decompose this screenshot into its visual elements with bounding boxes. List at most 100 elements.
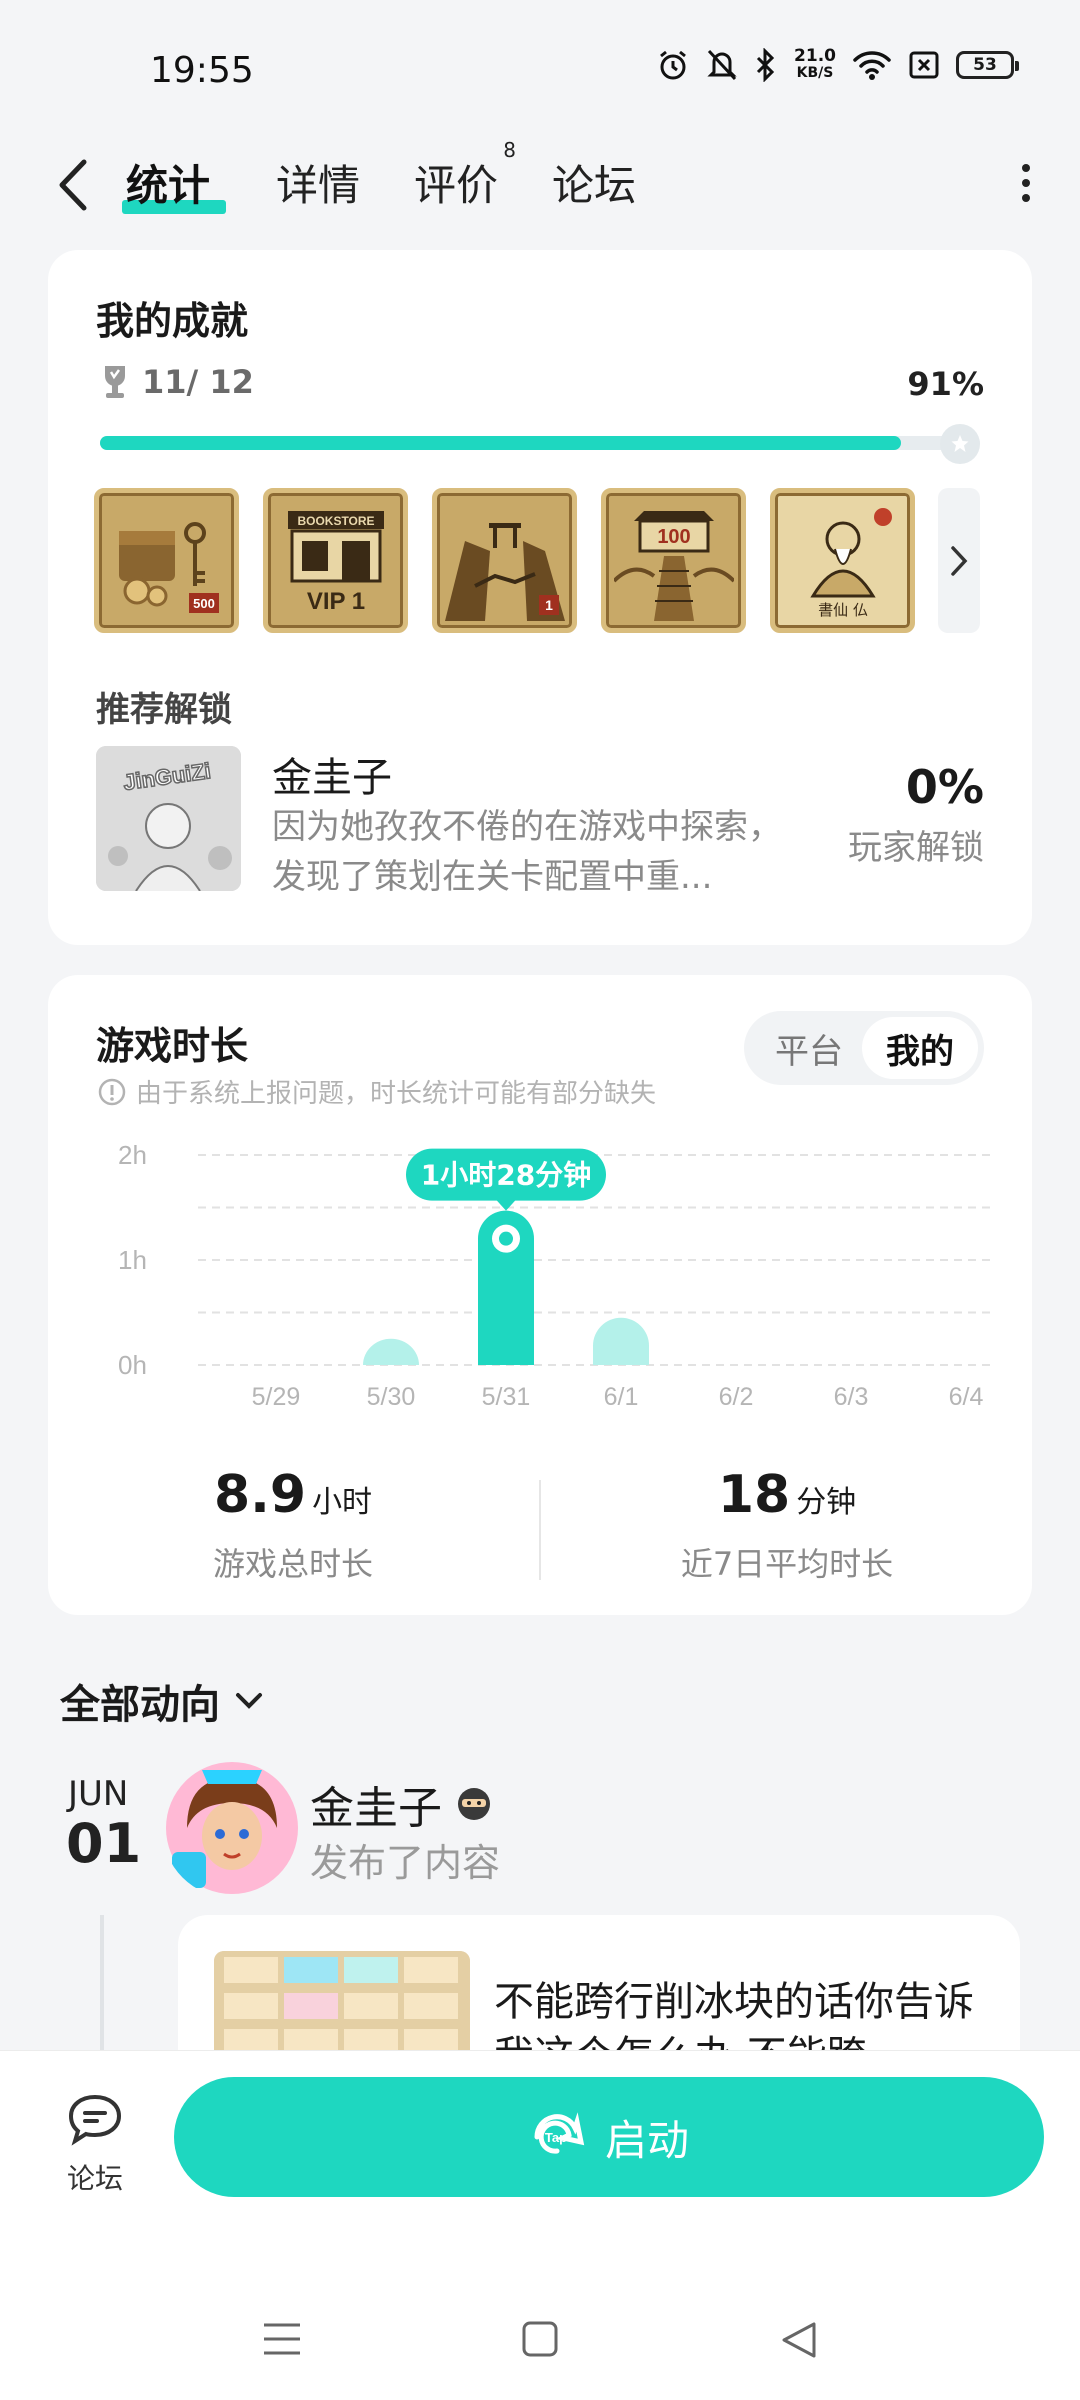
taptap-logo-text: Tap	[545, 2130, 567, 2145]
tab-reviews-label: 评价	[414, 161, 499, 210]
author-avatar[interactable]	[162, 1758, 302, 1898]
feed-title: 全部动向	[60, 1682, 220, 1728]
total-playtime-value: 8.9	[213, 1465, 307, 1525]
feed-action: 发布了内容	[310, 1841, 501, 1885]
avg-playtime-stat: 18 分钟 近7日平均时长	[542, 1465, 1032, 1585]
more-dot-icon	[1022, 179, 1030, 187]
chart-x-tick: 6/2	[719, 1383, 754, 1411]
toggle-mine[interactable]: 我的	[862, 1017, 978, 1079]
recommend-unlock-label: 推荐解锁	[96, 690, 232, 730]
achievement-progress-fill	[100, 436, 901, 450]
back-arrow-icon[interactable]	[50, 150, 100, 220]
achievements-card[interactable]: 我的成就 11/ 12 91% 500 BOOKSTORE VIP 1 1 10…	[48, 250, 1032, 945]
recommend-unlock-percent: 0%	[905, 760, 984, 814]
badge-1-number: 500	[193, 596, 215, 611]
info-icon	[98, 1078, 126, 1105]
system-back-button[interactable]	[780, 2321, 818, 2359]
system-home-button[interactable]	[522, 2321, 558, 2357]
chart-bar	[593, 1317, 649, 1365]
feed-author-name: 金圭子	[310, 1783, 442, 1834]
playtime-scope-toggle[interactable]: 平台 我的	[744, 1011, 984, 1085]
recommend-achievement-name[interactable]: 金圭子	[272, 745, 392, 803]
chart-y-tick: 0h	[118, 1350, 147, 1380]
avg-playtime-label: 近7日平均时长	[680, 1545, 894, 1583]
toggle-platform[interactable]: 平台	[750, 1011, 868, 1085]
more-dot-icon	[1022, 194, 1030, 202]
tab-stats[interactable]: 统计	[126, 152, 210, 213]
status-bar: 19:55 21.0 KB/S 53	[0, 0, 1080, 140]
chart-bar-marker-dot	[499, 1231, 513, 1246]
sim-blocked-icon	[909, 51, 939, 79]
badge-sage[interactable]: 書仙 仏	[770, 488, 915, 633]
jinguizi-portrait-icon: JinGuiZi	[96, 746, 241, 891]
playtime-chart: 2h 1h 0h 5/29 5/30 5/31 1小时28分钟 6/1 6/2 6/3 6/4	[118, 1140, 993, 1411]
feed-month: JUN	[68, 1774, 129, 1814]
status-icons: 21.0 KB/S 53	[656, 48, 1019, 82]
badge-2-sign: BOOKSTORE	[297, 514, 374, 528]
top-nav: 统计 详情 评价 8 论坛	[0, 138, 1080, 240]
net-speed: 21.0 KB/S	[794, 48, 836, 82]
tab-reviews[interactable]: 评价 8	[414, 138, 516, 213]
chart-x-tick: 5/29	[252, 1383, 301, 1411]
achievements-title: 我的成就	[96, 299, 249, 343]
avg-playtime-value: 18	[717, 1465, 791, 1525]
badge-3-number: 1	[545, 597, 553, 613]
badge-4-number: 100	[657, 526, 690, 548]
badge-treasure[interactable]: 500	[94, 488, 239, 633]
feed-filter-dropdown[interactable]: 全部动向	[60, 1672, 264, 1730]
review-count-badge: 8	[503, 138, 517, 162]
tab-forum[interactable]: 论坛	[552, 152, 636, 213]
playtime-title: 游戏时长	[96, 1024, 249, 1068]
battery-indicator: 53	[956, 51, 1019, 79]
chevron-right-icon	[951, 545, 968, 576]
temple-stairs-icon: 100	[613, 510, 734, 621]
chart-x-tick: 5/31	[482, 1383, 531, 1411]
more-options-button[interactable]	[1006, 158, 1046, 208]
bluetooth-icon	[756, 48, 775, 82]
chart-x-tick: 6/1	[604, 1383, 639, 1411]
status-time: 19:55	[150, 50, 254, 91]
badges-more-button[interactable]	[938, 488, 980, 633]
badge-stairs[interactable]: 100	[601, 488, 746, 633]
chart-x-tick: 6/4	[949, 1383, 984, 1411]
wifi-icon	[853, 51, 891, 80]
timeline-line	[100, 1915, 104, 2055]
chart-x-tick: 5/30	[367, 1383, 416, 1411]
taptap-logo-icon: Tap	[534, 2112, 585, 2154]
system-menu-button[interactable]	[262, 2321, 302, 2357]
bottom-bar: 论坛 Tap 启动	[0, 2050, 1080, 2400]
trophy-icon	[105, 366, 125, 398]
chart-tooltip-label: 1小时28分钟	[421, 1159, 591, 1192]
recommend-unlock-percent-label: 玩家解锁	[848, 828, 984, 868]
chart-y-tick: 1h	[118, 1245, 147, 1275]
badge-cliff[interactable]: 1	[432, 488, 577, 633]
cliff-gate-icon: 1	[444, 522, 565, 621]
mute-bell-icon	[707, 49, 737, 81]
medal-icon	[951, 435, 969, 452]
playtime-card: 游戏时长 平台 我的 由于系统上报问题，时长统计可能有部分缺失 2h 1h 0h 5/…	[48, 975, 1032, 1615]
forum-label: 论坛	[66, 2162, 123, 2195]
achievement-badges: 500 BOOKSTORE VIP 1 1 100 書仙 仏	[94, 488, 915, 633]
chart-bar	[363, 1338, 419, 1365]
launch-label: 启动	[604, 2115, 689, 2165]
feed-author-row[interactable]: 金圭子	[310, 1772, 492, 1836]
badge-bookstore-vip[interactable]: BOOKSTORE VIP 1	[263, 488, 408, 633]
trophy-count-row: 11/ 12	[100, 363, 254, 401]
net-speed-unit: KB/S	[796, 65, 834, 81]
avg-playtime-unit: 分钟	[796, 1485, 857, 1520]
achievement-percent: 91%	[907, 365, 984, 403]
badge-5-caption: 書仙 仏	[818, 601, 868, 619]
progress-end-trophy	[940, 424, 980, 464]
tab-details[interactable]: 详情	[276, 152, 360, 213]
anime-avatar-icon	[166, 1762, 298, 1894]
forum-button[interactable]: 论坛	[40, 2091, 150, 2197]
recommend-achievement-image[interactable]: JinGuiZi	[96, 746, 241, 891]
launch-button[interactable]: Tap 启动	[174, 2077, 1044, 2197]
achievement-count: 11/ 12	[142, 363, 254, 401]
home-square-icon	[522, 2321, 558, 2357]
bookstore-vip-icon: BOOKSTORE VIP 1	[287, 510, 384, 615]
menu-icon	[264, 2323, 300, 2355]
recommend-achievement-description: 因为她孜孜不倦的在游戏中探索，发现了策划在关卡配置中重...	[272, 807, 782, 897]
alarm-icon	[660, 50, 686, 80]
stat-divider	[539, 1480, 541, 1580]
